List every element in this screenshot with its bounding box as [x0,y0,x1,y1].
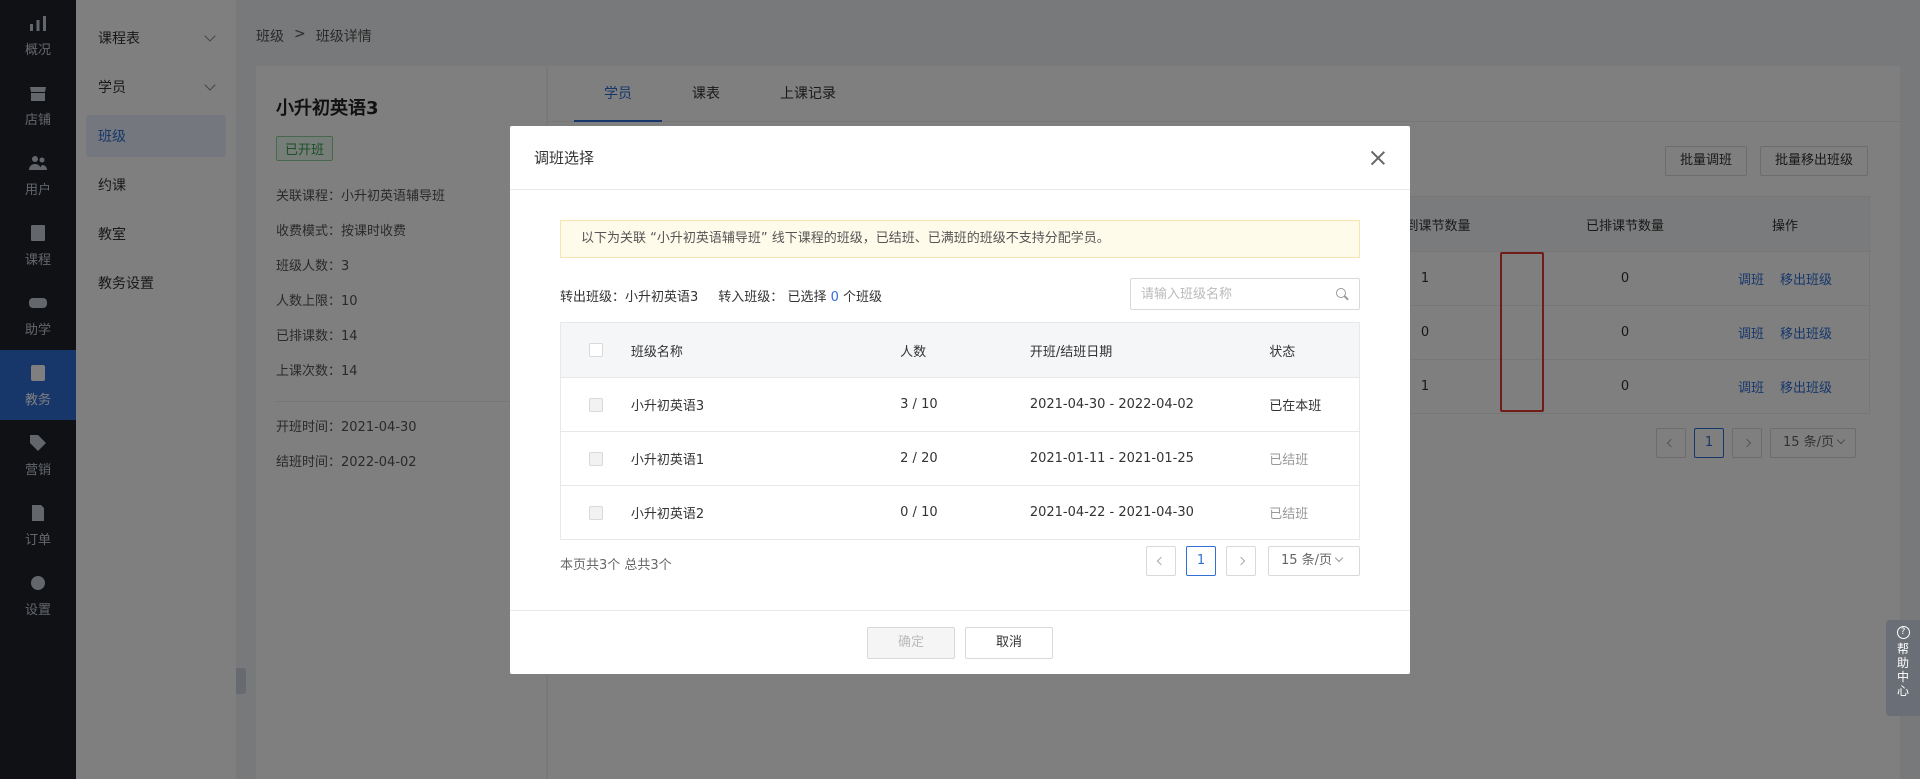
modal-header: 调班选择 [510,126,1410,190]
row-checkbox[interactable] [588,505,603,520]
status-cell: 已结班 [1269,453,1309,468]
dates-cell: 2021-04-22 - 2021-04-30 [1029,505,1194,520]
help-label-char: 中 [1896,670,1909,684]
count-cell: 3 / 10 [900,397,938,412]
selected-count: 0 [830,290,839,305]
class-search-input[interactable] [1141,286,1321,302]
select-all-checkbox[interactable] [588,343,603,357]
row-checkbox[interactable] [588,451,603,466]
selected-suffix: 个班级 [843,290,883,305]
table-header: 班级名称 人数 开班/结班日期 状态 [561,323,1359,377]
transfer-class-modal: 调班选择 以下为关联 “小升初英语辅导班” 线下课程的班级，已结班、已满班的班级… [510,126,1410,674]
header-count: 人数 [900,344,927,360]
class-name-cell: 小升初英语2 [630,507,705,522]
help-label-char: 助 [1896,656,1909,670]
modal-footer: 确定 取消 [510,610,1410,674]
header-status: 状态 [1269,344,1296,360]
transfer-summary: 转出班级：小升初英语3 转入班级： 已选择 0 个班级 [560,286,882,305]
status-cell: 已结班 [1269,507,1309,522]
notice-banner: 以下为关联 “小升初英语辅导班” 线下课程的班级，已结班、已满班的班级不支持分配… [560,220,1360,258]
class-name-cell: 小升初英语1 [630,453,705,468]
page-size-value: 15 条/页 [1281,553,1333,568]
from-class-label: 转出班级： [560,290,626,305]
table-row: 小升初英语1 2 / 20 2021-01-11 - 2021-01-25 已结… [561,431,1359,485]
confirm-button[interactable]: 确定 [867,626,955,659]
chevron-right-icon [1236,556,1246,566]
modal-title: 调班选择 [534,149,595,167]
class-name-cell: 小升初英语3 [630,399,705,414]
count-cell: 2 / 20 [900,451,938,466]
chevron-down-icon [1334,553,1344,563]
to-class-label: 转入班级： [718,290,784,305]
header-class-name: 班级名称 [630,344,683,360]
prev-page-button[interactable] [1146,546,1176,576]
help-center-button[interactable]: ? 帮 助 中 心 [1886,620,1920,716]
help-label-char: 心 [1896,684,1909,698]
question-icon: ? [1896,626,1910,639]
class-select-table: 班级名称 人数 开班/结班日期 状态 小升初英语3 3 / 10 2021-04… [560,322,1360,540]
next-page-button[interactable] [1226,546,1256,576]
table-row: 小升初英语3 3 / 10 2021-04-30 - 2022-04-02 已在… [561,377,1359,431]
dates-cell: 2021-04-30 - 2022-04-02 [1029,397,1194,412]
selected-prefix: 已选择 [787,290,827,305]
table-row: 小升初英语2 0 / 10 2021-04-22 - 2021-04-30 已结… [561,485,1359,539]
count-cell: 0 / 10 [900,505,938,520]
from-class-value: 小升初英语3 [625,290,699,305]
class-search-box [1130,278,1360,310]
page-number-button[interactable]: 1 [1186,546,1216,576]
close-icon[interactable] [1370,150,1386,166]
status-cell: 已在本班 [1269,399,1322,414]
dates-cell: 2021-01-11 - 2021-01-25 [1029,451,1194,466]
row-checkbox[interactable] [588,397,603,412]
header-dates: 开班/结班日期 [1029,344,1113,360]
search-icon[interactable] [1335,287,1349,301]
page-size-select[interactable]: 15 条/页 [1268,546,1360,576]
page-summary: 本页共3个 总共3个 [560,558,672,573]
chevron-left-icon [1156,556,1166,566]
cancel-button[interactable]: 取消 [965,626,1053,659]
help-label-char: 帮 [1896,642,1909,656]
